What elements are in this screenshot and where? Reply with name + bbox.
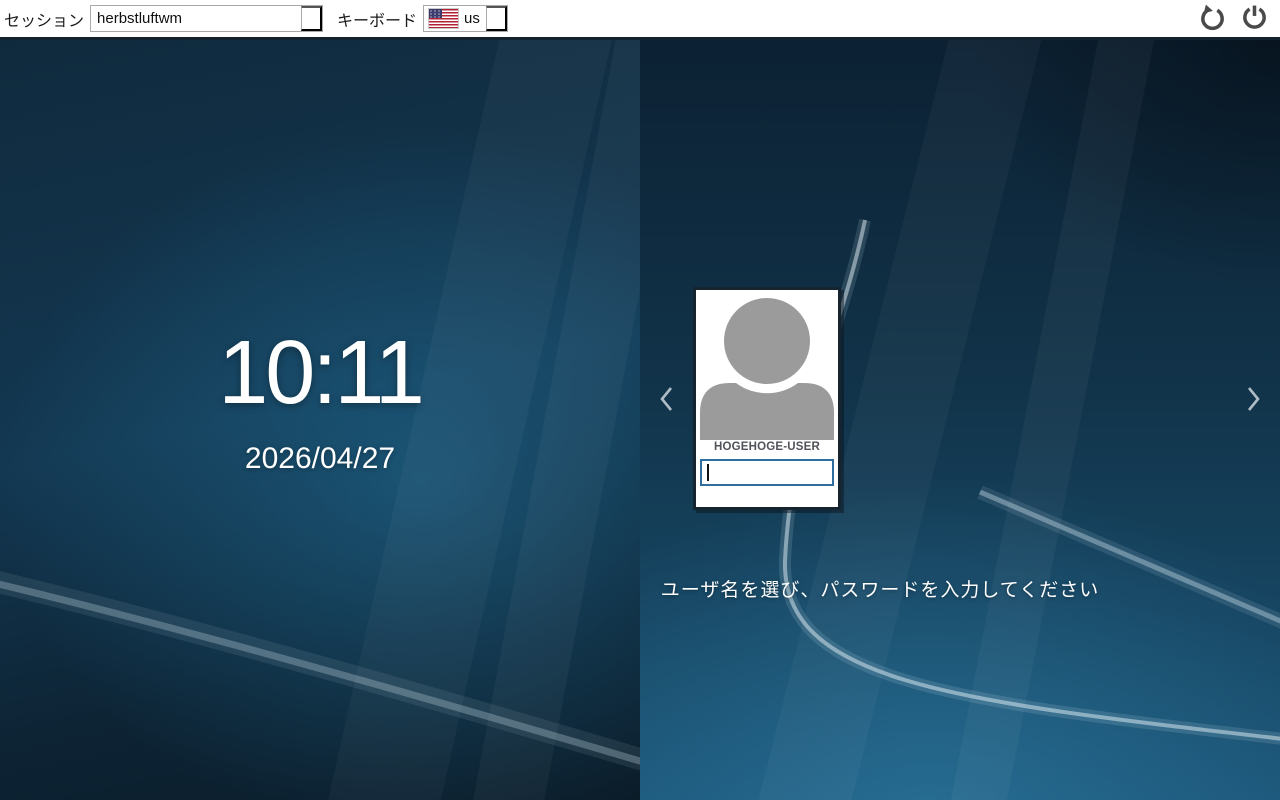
next-user-button[interactable] [1241,384,1265,416]
keyboard-combobox[interactable]: us [423,5,508,32]
text-caret [707,464,709,481]
user-card[interactable]: HOGEHOGE-USER [693,287,841,510]
clock: 10:11 2026/04/27 [70,328,570,476]
flag-canton [429,9,443,18]
keyboard-dropdown-button[interactable] [485,6,507,31]
session-dropdown-button[interactable] [301,6,323,31]
session-label: セッション [4,12,85,30]
chevron-right-icon [1242,387,1264,417]
login-hint-message: ユーザ名を選び、パスワードを入力してください [660,580,1100,601]
password-input[interactable] [700,459,834,486]
chevron-left-icon [656,387,678,417]
session-value[interactable]: herbstluftwm [91,6,301,31]
restart-icon [1199,4,1226,34]
us-flag-icon [428,8,460,29]
clock-date: 2026/04/27 [244,442,396,475]
clock-time: 10:11 [218,323,425,423]
power-button[interactable] [1238,3,1270,35]
keyboard-value[interactable]: us [458,6,486,31]
user-avatar-icon [696,290,838,440]
previous-user-button[interactable] [655,384,679,416]
keyboard-label: キーボード [337,12,418,30]
password-field-wrap [700,459,834,486]
topbar: セッション herbstluftwm キーボード us [0,0,1280,40]
session-combobox[interactable]: herbstluftwm [90,5,324,32]
power-icon [1241,4,1268,34]
restart-button[interactable] [1196,3,1228,35]
username-label: HOGEHOGE-USER [713,441,821,453]
